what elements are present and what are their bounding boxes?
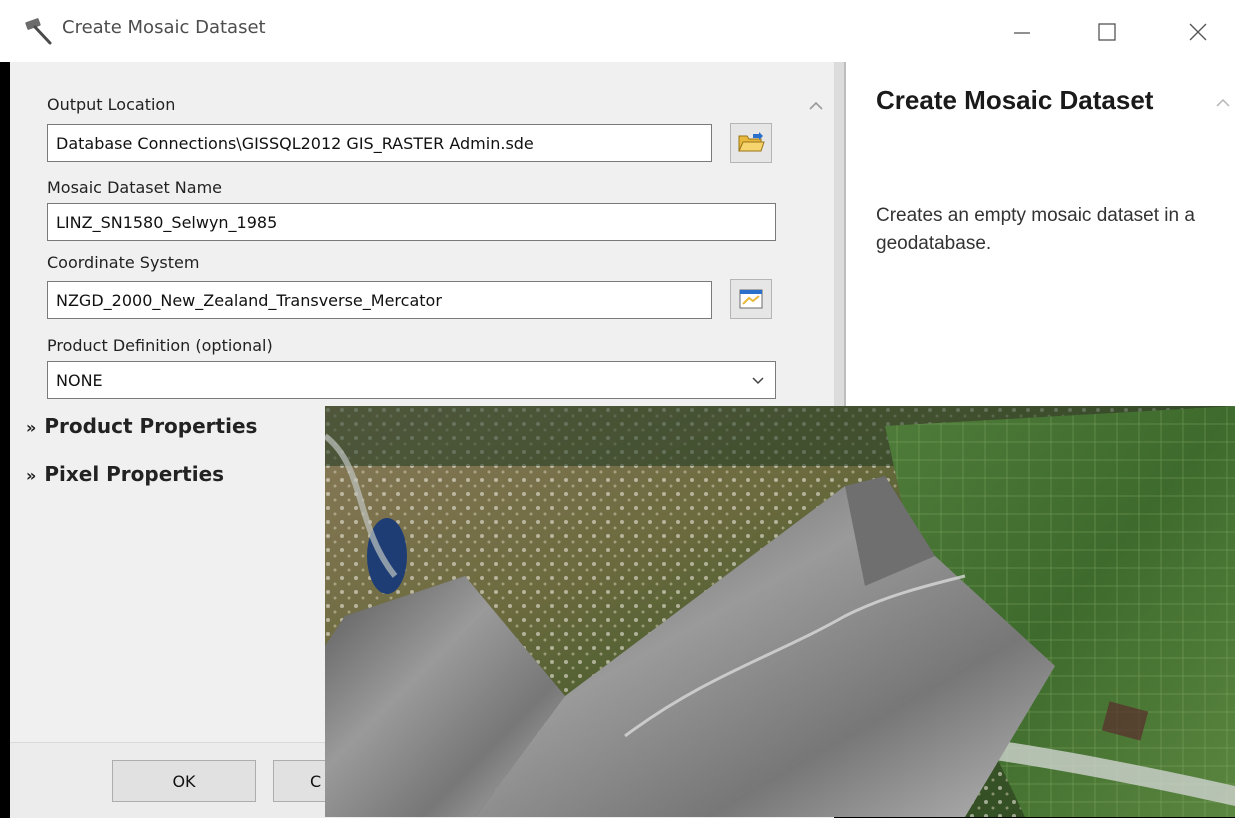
help-description: Creates an empty mosaic dataset in a geo… xyxy=(876,205,1195,254)
mosaic-name-label: Mosaic Dataset Name xyxy=(47,178,223,197)
spatial-reference-icon xyxy=(739,289,763,309)
chevron-down-icon xyxy=(752,377,764,385)
pixel-properties-section[interactable]: » Pixel Properties xyxy=(26,462,224,486)
minimize-icon xyxy=(1014,32,1030,34)
aerial-imagery-overlay xyxy=(325,406,1235,817)
help-scroll-up-icon[interactable] xyxy=(1214,94,1232,112)
scroll-up-icon[interactable] xyxy=(806,96,826,116)
output-location-field[interactable]: Database Connections\GISSQL2012 GIS_RAST… xyxy=(47,124,712,162)
minimize-button[interactable] xyxy=(1000,10,1044,54)
mosaic-name-field[interactable]: LINZ_SN1580_Selwyn_1985 xyxy=(47,203,776,241)
close-button[interactable] xyxy=(1176,10,1220,54)
pixel-properties-label: Pixel Properties xyxy=(44,462,225,486)
folder-open-icon xyxy=(738,132,765,152)
coordinate-system-label: Coordinate System xyxy=(47,253,200,272)
coordinate-system-field[interactable]: NZGD_2000_New_Zealand_Transverse_Mercato… xyxy=(47,281,712,319)
double-chevron-down-icon: » xyxy=(26,466,37,485)
product-definition-value: NONE xyxy=(56,370,103,390)
help-title: Create Mosaic Dataset xyxy=(876,85,1154,115)
double-chevron-down-icon: » xyxy=(26,418,37,437)
title-bar: Create Mosaic Dataset xyxy=(0,0,1235,62)
output-location-label: Output Location xyxy=(47,95,176,114)
maximize-button[interactable] xyxy=(1085,10,1129,54)
product-properties-section[interactable]: » Product Properties xyxy=(26,414,257,438)
coordinate-system-button[interactable] xyxy=(730,279,772,319)
create-mosaic-dataset-window: Create Mosaic Dataset Output Location Da… xyxy=(0,0,1235,818)
ok-button[interactable]: OK xyxy=(112,760,256,802)
product-definition-select[interactable]: NONE xyxy=(47,361,776,399)
product-definition-label: Product Definition (optional) xyxy=(47,336,273,355)
hammer-icon xyxy=(25,18,52,45)
product-properties-label: Product Properties xyxy=(44,414,258,438)
window-edge xyxy=(0,62,10,817)
window-title: Create Mosaic Dataset xyxy=(62,17,266,38)
close-icon xyxy=(1189,23,1207,41)
browse-output-button[interactable] xyxy=(730,123,772,163)
maximize-icon xyxy=(1098,23,1116,41)
